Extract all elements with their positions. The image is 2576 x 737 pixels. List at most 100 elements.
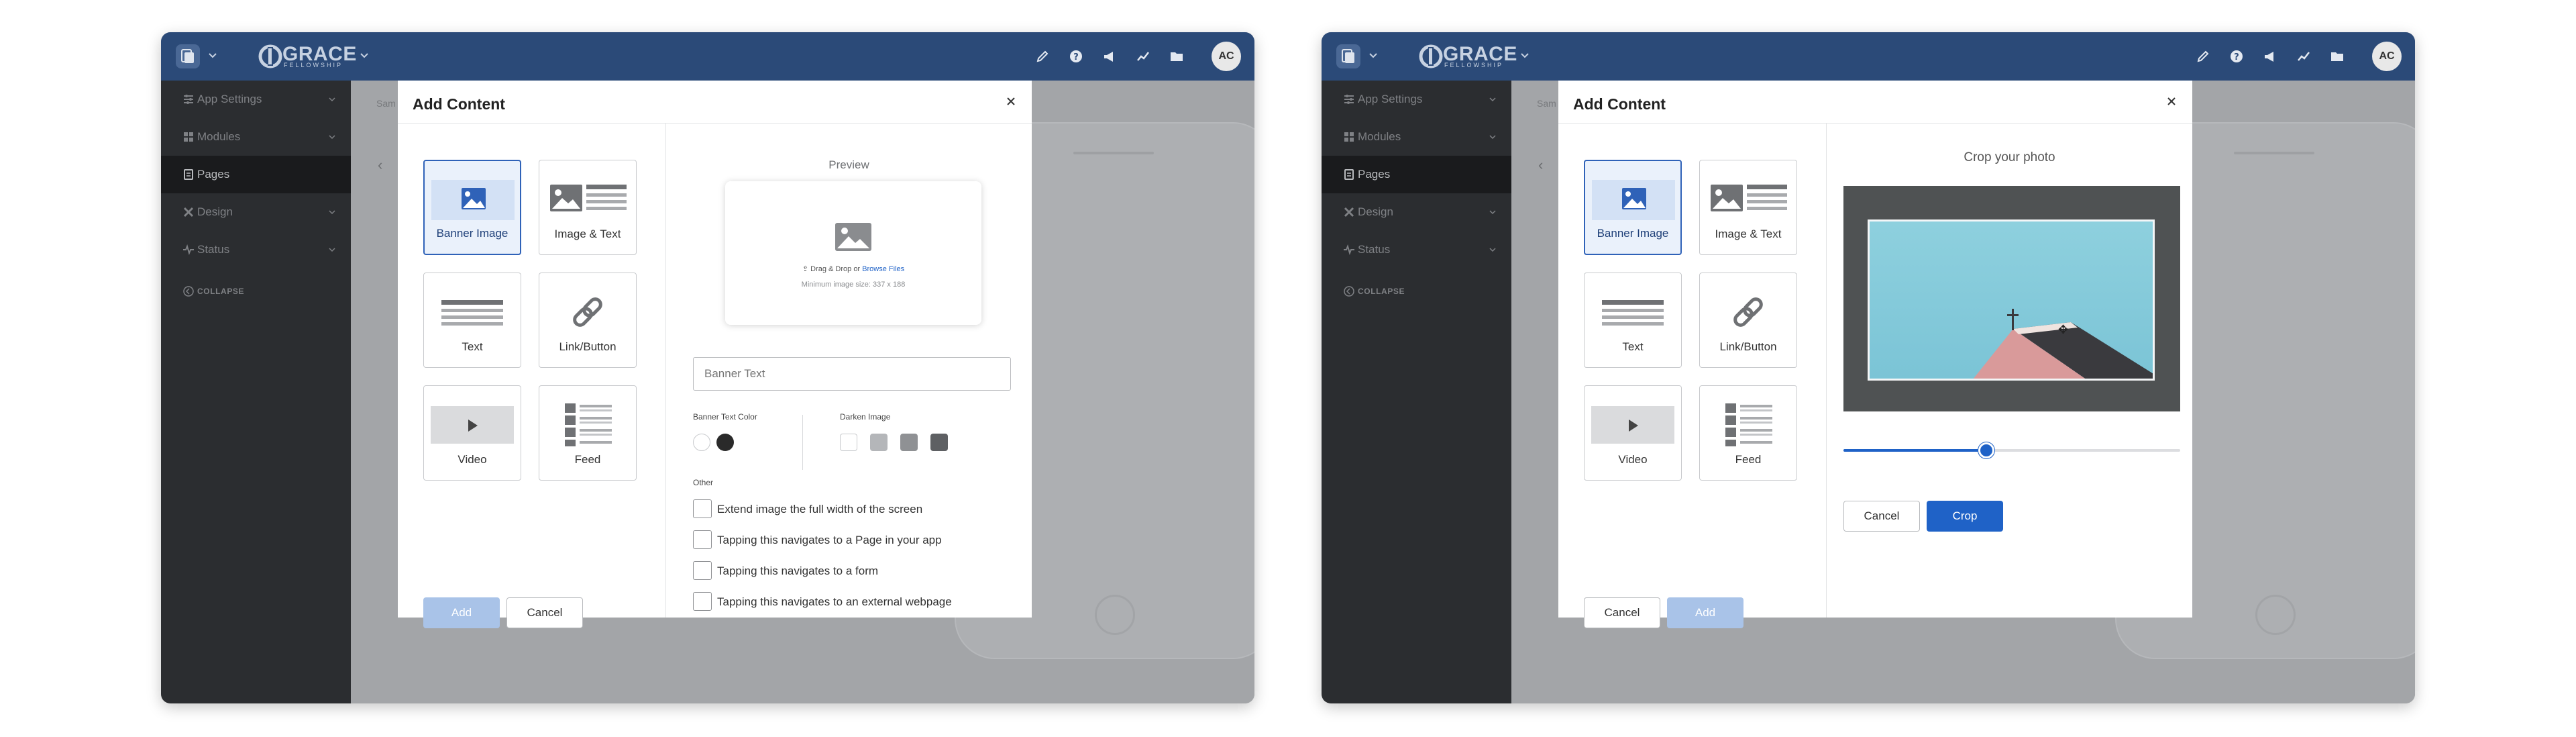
slider-handle[interactable] — [1978, 442, 1994, 458]
chevron-down-icon[interactable] — [1368, 51, 1378, 60]
image-icon — [835, 223, 871, 251]
app-switcher-icon[interactable] — [1336, 44, 1360, 68]
sidebar-item-design[interactable]: Design — [1322, 193, 1511, 231]
sidebar-item-design[interactable]: Design — [161, 193, 351, 231]
grace-logo-icon — [1419, 44, 1443, 68]
add-button[interactable]: Add — [1667, 597, 1743, 628]
folder-icon[interactable] — [2330, 49, 2345, 64]
tile-link-button[interactable]: Link/Button — [1699, 273, 1797, 368]
chart-icon[interactable] — [1136, 49, 1150, 64]
brand-subtitle: FELLOWSHIP — [1444, 62, 1504, 68]
church-photo — [1973, 309, 2153, 379]
tile-banner-image[interactable]: Banner Image — [1584, 160, 1682, 255]
user-avatar[interactable]: AC — [2372, 42, 2402, 71]
tile-banner-image[interactable]: Banner Image — [423, 160, 521, 255]
color-swatch-black[interactable] — [716, 434, 734, 451]
color-swatch-white[interactable] — [693, 434, 710, 451]
tile-image-text[interactable]: Image & Text — [539, 160, 637, 255]
sidebar-collapse-button[interactable]: COLLAPSE — [1322, 273, 1511, 310]
crop-selection[interactable] — [1868, 219, 2155, 381]
image-dropzone[interactable]: ⇪ Drag & Drop or Browse Files Minimum im… — [725, 181, 981, 325]
user-avatar[interactable]: AC — [1212, 42, 1241, 71]
chevron-down-icon[interactable] — [1520, 51, 1529, 60]
sidebar-item-app-settings[interactable]: App Settings — [1322, 81, 1511, 118]
chevron-down-icon — [1489, 248, 1496, 252]
checkbox[interactable] — [693, 561, 712, 580]
sidebar-item-modules[interactable]: Modules — [161, 118, 351, 156]
tile-feed[interactable]: Feed — [539, 385, 637, 481]
checkbox[interactable] — [693, 499, 712, 518]
brand-logo[interactable]: GRACE FELLOWSHIP — [1419, 43, 1517, 70]
option-label: Tapping this navigates to a Page in your… — [717, 534, 942, 546]
megaphone-icon[interactable] — [2263, 49, 2277, 64]
browse-files-link[interactable]: Browse Files — [862, 265, 904, 273]
tile-label: Text — [462, 340, 483, 353]
darken-swatch-dark[interactable] — [930, 434, 948, 451]
crop-cancel-button[interactable]: Cancel — [1843, 501, 1920, 532]
darken-swatch-light[interactable] — [870, 434, 888, 451]
chart-icon[interactable] — [2296, 49, 2311, 64]
edit-icon[interactable] — [1035, 49, 1050, 64]
cancel-button[interactable]: Cancel — [1584, 597, 1660, 628]
help-icon[interactable]: ? — [2229, 49, 2244, 64]
collapse-label: COLLAPSE — [197, 287, 245, 296]
app-switcher-icon[interactable] — [176, 44, 200, 68]
breadcrumb[interactable]: Sam — [1537, 98, 1556, 109]
app-window-right: GRACE FELLOWSHIP ? AC App Settings Modul… — [1322, 32, 2415, 703]
tile-feed[interactable]: Feed — [1699, 385, 1797, 481]
darken-image-label: Darken Image — [840, 412, 891, 422]
chevron-down-icon — [329, 210, 335, 215]
header-actions: ? — [2196, 49, 2345, 65]
crop-canvas[interactable]: ✥ — [1843, 186, 2180, 411]
tile-text[interactable]: Text — [1584, 273, 1682, 368]
sidebar-item-status[interactable]: Status — [1322, 231, 1511, 268]
sidebar-item-pages[interactable]: Pages — [161, 156, 351, 193]
tile-image-text[interactable]: Image & Text — [1699, 160, 1797, 255]
sidebar: App Settings Modules Pages Design Status… — [161, 81, 351, 703]
close-icon[interactable] — [1005, 95, 1017, 107]
crop-button[interactable]: Crop — [1927, 501, 2003, 532]
tile-video[interactable]: Video — [1584, 385, 1682, 481]
darken-swatch-none[interactable] — [840, 434, 857, 451]
chevron-down-icon[interactable] — [360, 51, 369, 60]
tile-text[interactable]: Text — [423, 273, 521, 368]
chevron-down-icon — [1489, 97, 1496, 102]
sidebar-item-label: Design — [1358, 205, 1393, 218]
banner-text-input[interactable] — [693, 357, 1011, 391]
breadcrumb[interactable]: Sam — [376, 98, 396, 109]
top-navbar: GRACE FELLOWSHIP ? AC — [1322, 32, 2415, 81]
tile-label: Feed — [574, 453, 601, 466]
sidebar-collapse-button[interactable]: COLLAPSE — [161, 273, 351, 310]
megaphone-icon[interactable] — [1102, 49, 1117, 64]
checkbox[interactable] — [693, 530, 712, 549]
tile-video[interactable]: Video — [423, 385, 521, 481]
folder-icon[interactable] — [1169, 49, 1184, 64]
svg-text:?: ? — [2234, 52, 2239, 62]
pulse-icon — [183, 244, 194, 256]
help-icon[interactable]: ? — [1069, 49, 1083, 64]
crop-heading: Crop your photo — [1964, 150, 2055, 164]
sidebar-item-app-settings[interactable]: App Settings — [161, 81, 351, 118]
back-chevron-icon[interactable]: ‹ — [1538, 156, 1543, 174]
close-icon[interactable] — [2165, 95, 2178, 107]
brand-logo[interactable]: GRACE FELLOWSHIP — [258, 43, 356, 70]
sidebar-item-pages[interactable]: Pages — [1322, 156, 1511, 193]
move-cursor-icon: ✥ — [2058, 323, 2069, 336]
chevron-down-icon — [329, 248, 335, 252]
add-button[interactable]: Add — [423, 597, 500, 628]
checkbox[interactable] — [693, 592, 712, 611]
sidebar-item-modules[interactable]: Modules — [1322, 118, 1511, 156]
sidebar-item-label: Status — [197, 243, 230, 256]
back-chevron-icon[interactable]: ‹ — [378, 156, 382, 174]
sidebar-item-status[interactable]: Status — [161, 231, 351, 268]
cancel-button[interactable]: Cancel — [506, 597, 583, 628]
pages-icon — [184, 169, 193, 180]
collapse-label: COLLAPSE — [1358, 287, 1405, 296]
banner-text-color-label: Banner Text Color — [693, 412, 757, 422]
edit-icon[interactable] — [2196, 49, 2210, 64]
darken-swatch-medium[interactable] — [900, 434, 918, 451]
tile-label: Banner Image — [1597, 227, 1669, 240]
tile-link-button[interactable]: Link/Button — [539, 273, 637, 368]
chevron-down-icon[interactable] — [208, 51, 217, 60]
zoom-slider[interactable] — [1843, 442, 2180, 459]
